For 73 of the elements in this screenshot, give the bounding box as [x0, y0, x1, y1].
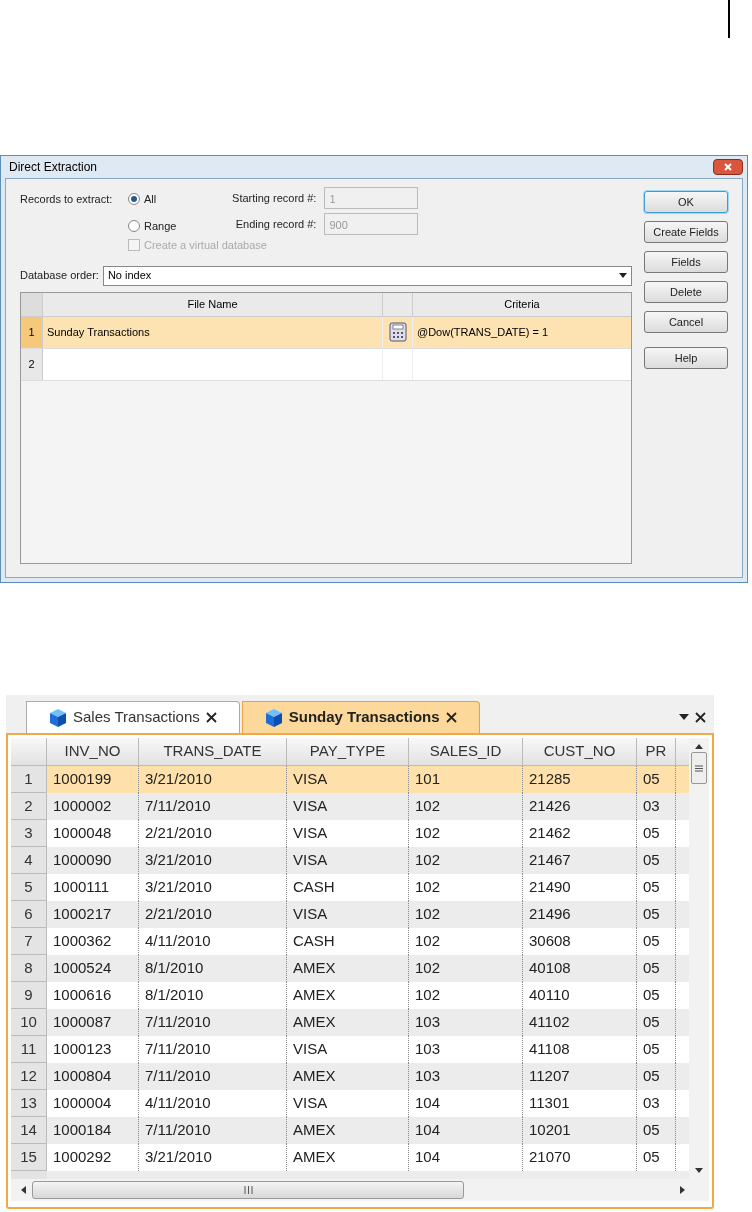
- row-number: 8: [11, 955, 47, 982]
- scroll-left-icon[interactable]: [21, 1186, 26, 1194]
- calculator-icon[interactable]: [388, 322, 407, 342]
- horizontal-scrollbar[interactable]: [11, 1179, 709, 1201]
- dialog-button[interactable]: Fields: [644, 251, 728, 273]
- cube-icon: [49, 707, 67, 728]
- radio-option[interactable]: All: [128, 191, 177, 208]
- field-label: Records to extract:: [20, 192, 114, 207]
- scroll-up-icon[interactable]: [695, 744, 703, 749]
- document-tab[interactable]: Sales Transactions: [26, 701, 240, 733]
- column-header: CUST_NO: [523, 738, 637, 765]
- column-header: SALES_ID: [409, 738, 523, 765]
- table-row[interactable]: 6 1000217 2/21/2010 VISA 102 21496 05: [11, 901, 689, 928]
- table-row[interactable]: 1 Sunday Transactions @Dow(TRANS_DATE) = 1: [21, 316, 631, 349]
- row-number: 9: [11, 982, 47, 1009]
- table-row[interactable]: 2: [21, 348, 631, 381]
- close-button[interactable]: [713, 159, 743, 175]
- table-row[interactable]: 12 1000804 7/11/2010 AMEX 103 11207 05: [11, 1063, 689, 1090]
- scroll-down-icon[interactable]: [695, 1168, 703, 1173]
- row-number: 4: [11, 847, 47, 874]
- column-header: INV_NO: [47, 738, 139, 765]
- row-number: 6: [11, 901, 47, 928]
- order-dropdown[interactable]: No index: [102, 265, 632, 286]
- row-number: 3: [11, 820, 47, 847]
- cube-icon: [264, 707, 283, 728]
- table-cell-text: @Dow(TRANS_DATE) = 1: [416, 324, 550, 340]
- table-row[interactable]: 1 1000199 3/21/2010 VISA 101 21285 05: [11, 766, 689, 793]
- radio-option[interactable]: Range: [128, 217, 177, 234]
- column-header: File Name: [43, 292, 383, 316]
- row-number: 7: [11, 928, 47, 955]
- close-icon[interactable]: [445, 712, 457, 723]
- row-number: 14: [11, 1117, 47, 1144]
- column-header: TRANS_DATE: [139, 738, 287, 765]
- scroll-thumb[interactable]: [691, 752, 707, 784]
- row-number: 2: [21, 348, 43, 380]
- dialog-button[interactable]: OK: [644, 191, 728, 213]
- row-number: 5: [11, 874, 47, 901]
- dialog-button[interactable]: Create Fields: [644, 221, 728, 243]
- row-number: 13: [11, 1090, 47, 1117]
- scroll-right-icon[interactable]: [680, 1186, 685, 1194]
- row-number: 10: [11, 1009, 47, 1036]
- table-cell: Sunday Transactions: [43, 316, 383, 348]
- table-row[interactable]: 8 1000524 8/1/2010 AMEX 102 40108 05: [11, 955, 689, 982]
- row-number: 1: [21, 316, 43, 348]
- column-header: PAY_TYPE: [287, 738, 409, 765]
- row-number: 11: [11, 1036, 47, 1063]
- dialog-button[interactable]: Help: [644, 347, 728, 369]
- field-label: Starting record #:: [231, 190, 317, 206]
- column-header: Criteria: [503, 296, 541, 312]
- grip-icon: [695, 764, 703, 772]
- dropdown-icon[interactable]: [679, 714, 689, 720]
- grip-icon: [243, 1186, 253, 1194]
- document-tab[interactable]: Sunday Transactions: [241, 701, 480, 733]
- close-icon[interactable]: [695, 711, 706, 723]
- table-row[interactable]: 4 1000090 3/21/2010 VISA 102 21467 05: [11, 847, 689, 874]
- field-label: Ending record #:: [234, 216, 317, 232]
- row-number: 2: [11, 793, 47, 820]
- vertical-scrollbar[interactable]: [689, 738, 709, 1179]
- column-header: PR: [637, 738, 676, 765]
- row-number: 12: [11, 1063, 47, 1090]
- scroll-thumb[interactable]: [32, 1181, 464, 1199]
- caret-icon: [619, 273, 627, 278]
- table-row[interactable]: 2 1000002 7/11/2010 VISA 102 21426 03: [11, 793, 689, 820]
- table-row[interactable]: 14 1000184 7/11/2010 AMEX 104 10201 05: [11, 1117, 689, 1144]
- row-number: 15: [11, 1144, 47, 1171]
- window-title: Direct Extraction: [9, 159, 98, 176]
- field-label: Database order:: [20, 268, 99, 284]
- close-icon[interactable]: [205, 712, 217, 723]
- row-number: 1: [11, 766, 47, 793]
- dialog-button[interactable]: Delete: [644, 281, 728, 303]
- table-row[interactable]: 10 1000087 7/11/2010 AMEX 103 41102 05: [11, 1009, 689, 1036]
- close-icon: [723, 162, 733, 172]
- dialog-button[interactable]: Cancel: [644, 311, 728, 333]
